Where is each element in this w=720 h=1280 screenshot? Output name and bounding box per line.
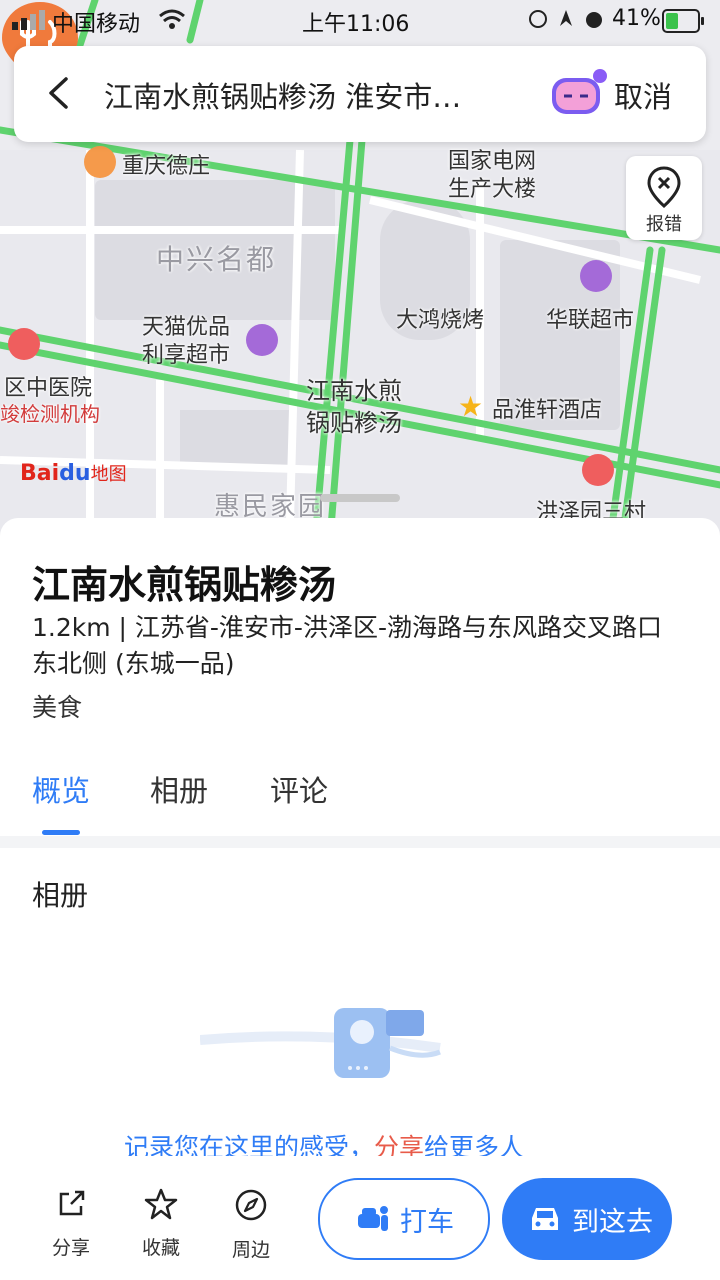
album-section-title: 相册 xyxy=(32,879,89,912)
empty-album-illustration-icon xyxy=(200,1008,441,1078)
back-arrow-icon[interactable] xyxy=(46,76,70,110)
share-button[interactable]: 分享 xyxy=(36,1188,106,1260)
empty-album-text: 记录您在这里的感受，分享给更多人 xyxy=(124,1128,524,1156)
battery-percent: 41% xyxy=(612,6,661,31)
area-zhongxing: 中兴名都 xyxy=(156,243,277,276)
poi-guojia[interactable]: 国家电网 生产大楼 xyxy=(448,148,536,204)
carrier-name: 中国移动 xyxy=(52,12,141,37)
signal-icon xyxy=(12,10,45,30)
wifi-icon xyxy=(159,9,185,29)
supermarket-icon[interactable] xyxy=(246,324,278,356)
food-poi-icon[interactable] xyxy=(84,146,116,178)
place-address: 1.2km | 江苏省-淮安市-洪泽区-渤海路与东风路交叉路口东北侧 (东城一品… xyxy=(32,613,662,678)
report-error-label: 报错 xyxy=(646,214,682,235)
share-icon xyxy=(59,1190,85,1216)
section-divider xyxy=(0,836,720,848)
voice-assistant-icon[interactable] xyxy=(550,68,610,122)
tab-album[interactable]: 相册 xyxy=(150,768,208,810)
place-category: 美食 xyxy=(32,693,83,722)
clock: 上午11:06 xyxy=(302,12,410,37)
supermarket-icon[interactable] xyxy=(580,260,612,292)
status-bar: 中国移动 上午11:06 41% xyxy=(0,0,720,40)
sheet-drag-handle[interactable] xyxy=(320,494,400,502)
nearby-button[interactable]: 周边 xyxy=(216,1188,286,1262)
search-query[interactable]: 江南水煎锅贴糁汤 淮安市… xyxy=(104,74,504,116)
pin-label: 江南水煎 锅贴糁汤 xyxy=(306,377,402,437)
place-name: 江南水煎锅贴糁汤 xyxy=(32,563,337,607)
car-icon xyxy=(532,1208,558,1230)
poi-dahong[interactable]: 大鸿烧烤 xyxy=(396,302,484,334)
cancel-button[interactable]: 取消 xyxy=(614,74,672,116)
baidu-map-logo: Baidu地图 xyxy=(20,461,127,486)
star-icon: ★ xyxy=(458,390,484,423)
poi-pinhuai[interactable]: 品淮轩酒店 xyxy=(492,392,602,424)
search-bar: 江南水煎锅贴糁汤 淮安市… 取消 xyxy=(14,46,706,142)
bottom-action-bar: 分享 收藏 周边 打车 到这去 xyxy=(0,1170,720,1280)
star-outline-icon xyxy=(144,1188,178,1220)
poi-hualian[interactable]: 华联超市 xyxy=(546,302,634,334)
poi-jiance[interactable]: 竣检测机构 xyxy=(0,398,100,427)
favorite-button[interactable]: 收藏 xyxy=(126,1188,196,1260)
poi-chongqing[interactable]: 重庆德庄 xyxy=(122,148,210,180)
taxi-button[interactable]: 打车 xyxy=(318,1178,490,1260)
status-icons xyxy=(529,10,602,28)
location-error-icon xyxy=(647,166,681,208)
compass-icon xyxy=(235,1189,267,1221)
scenic-icon[interactable] xyxy=(582,454,614,486)
active-tab-indicator xyxy=(42,830,80,835)
poi-tianmao[interactable]: 天猫优品 利享超市 xyxy=(142,314,230,370)
share-link[interactable]: 分享 xyxy=(374,1133,424,1156)
taxi-icon xyxy=(358,1206,388,1231)
hospital-icon[interactable] xyxy=(8,328,40,360)
go-here-button[interactable]: 到这去 xyxy=(502,1178,672,1260)
battery-icon xyxy=(662,9,704,33)
tab-reviews[interactable]: 评论 xyxy=(270,768,328,810)
tab-overview[interactable]: 概览 xyxy=(32,768,90,810)
report-error-button[interactable]: 报错 xyxy=(626,156,702,240)
